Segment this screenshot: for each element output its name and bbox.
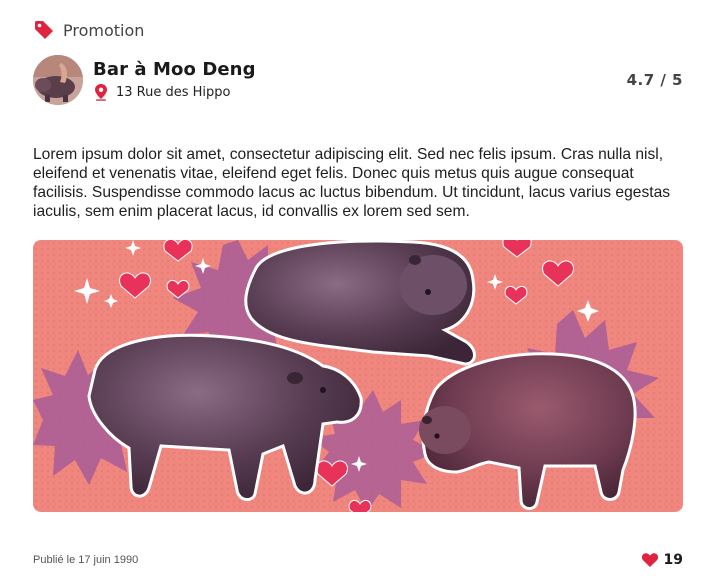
venue-name[interactable]: Bar à Moo Deng: [93, 59, 627, 80]
category-label: Promotion: [63, 20, 145, 40]
like-count: 19: [663, 552, 683, 568]
published-date: Publié le 17 juin 1990: [33, 554, 139, 566]
post-footer: Publié le 17 juin 1990 19: [33, 550, 683, 570]
address-text: 13 Rue des Hippo: [116, 84, 231, 100]
promo-image: [33, 240, 683, 512]
heart-icon: [641, 552, 659, 568]
venue-info: Bar à Moo Deng 13 Rue des Hippo: [93, 59, 627, 101]
post-header: Bar à Moo Deng 13 Rue des Hippo 4.7 / 5: [33, 54, 683, 106]
tag-icon: [33, 19, 55, 41]
venue-address[interactable]: 13 Rue des Hippo: [93, 83, 627, 101]
like-button[interactable]: 19: [641, 552, 683, 568]
promotion-tag: Promotion: [33, 19, 144, 41]
avatar[interactable]: [33, 55, 83, 105]
post-description: Lorem ipsum dolor sit amet, consectetur …: [33, 146, 671, 220]
map-pin-icon: [93, 83, 109, 101]
rating: 4.7 / 5: [626, 71, 683, 89]
